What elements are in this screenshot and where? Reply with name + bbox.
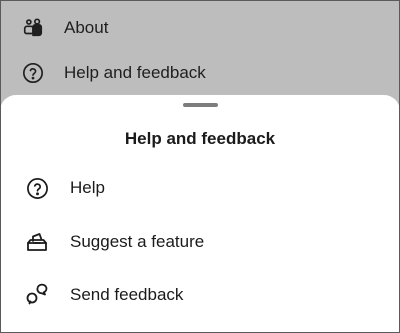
- drag-handle[interactable]: [183, 103, 218, 107]
- sheet-item-suggest-a-feature-label: Suggest a feature: [70, 232, 205, 251]
- menu-item-help-and-feedback-label: Help and feedback: [64, 63, 206, 82]
- feedback-bubbles-icon: [25, 283, 49, 307]
- people-icon: [21, 16, 45, 40]
- menu-item-help-and-feedback[interactable]: Help and feedback: [0, 51, 400, 95]
- question-circle-icon: [21, 61, 45, 85]
- bottom-sheet: Help and feedback Help Suggest a feature: [0, 95, 400, 333]
- menu-item-about[interactable]: About: [0, 6, 400, 50]
- question-circle-icon: [25, 176, 49, 200]
- menu-item-about-label: About: [64, 18, 109, 37]
- sheet-item-help-label: Help: [70, 178, 105, 197]
- background-menu: About Help and feedback: [0, 0, 400, 110]
- sheet-title: Help and feedback: [124, 129, 276, 148]
- suggestion-box-icon: [25, 230, 49, 254]
- sheet-item-suggest-a-feature[interactable]: Suggest a feature: [0, 217, 400, 267]
- sheet-item-help[interactable]: Help: [0, 163, 400, 213]
- sheet-item-send-feedback-label: Send feedback: [70, 285, 184, 304]
- sheet-item-send-feedback[interactable]: Send feedback: [0, 270, 400, 320]
